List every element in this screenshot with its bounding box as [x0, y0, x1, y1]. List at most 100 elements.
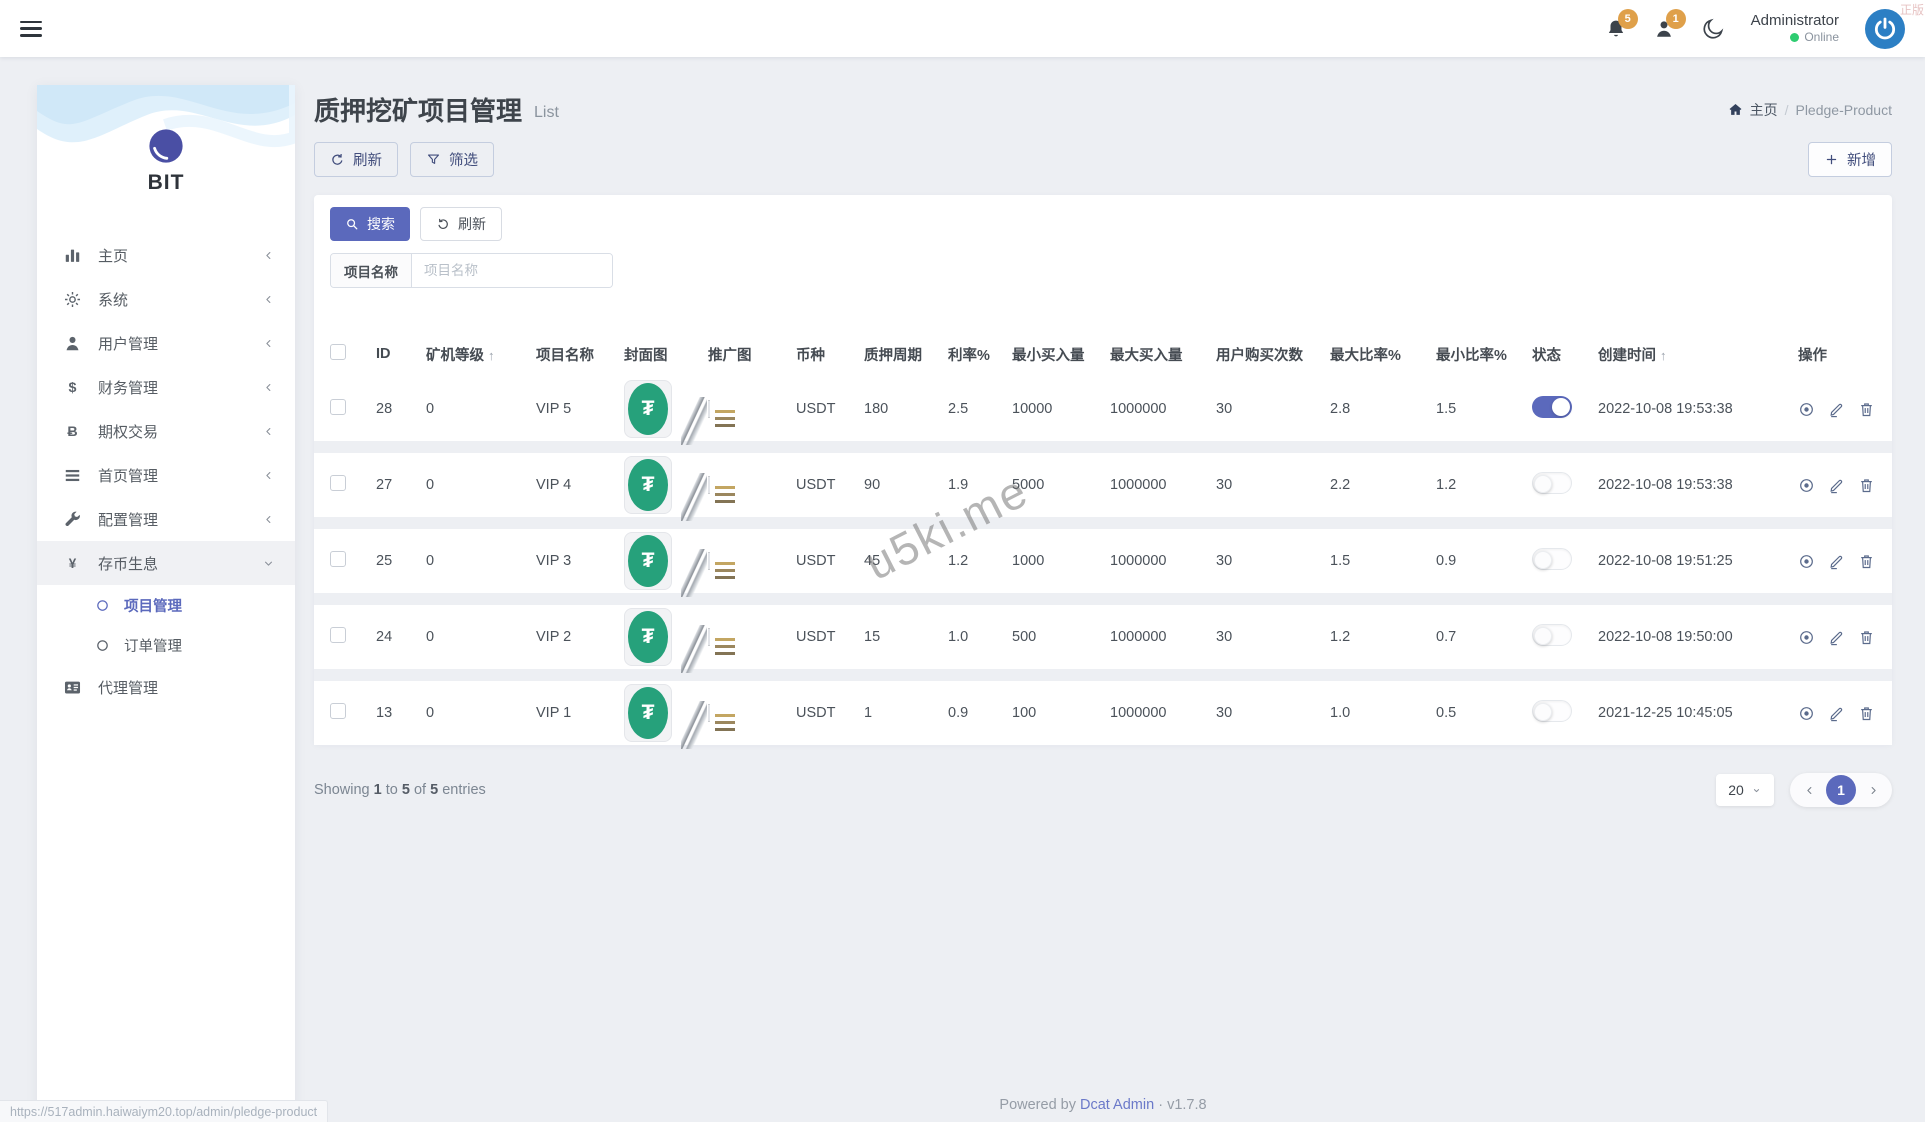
cell-min-buy: 10000 — [1012, 401, 1053, 417]
sidebar-item-8[interactable]: 代理管理 — [37, 665, 295, 709]
sidebar-item-7[interactable]: ¥ 存币生息 — [37, 541, 295, 585]
column-header[interactable]: 创建时间 ↑ — [1598, 344, 1798, 365]
cover-image[interactable]: ₮ — [624, 608, 672, 666]
delete-icon[interactable] — [1858, 477, 1875, 494]
sidebar-item-4[interactable]: Ƀ 期权交易 — [37, 409, 295, 453]
column-header: 操作 — [1798, 347, 1827, 364]
column-header: 状态 — [1532, 347, 1561, 364]
sidebar-toggle-button[interactable] — [20, 20, 42, 37]
create-button[interactable]: 新增 — [1808, 142, 1892, 177]
sidebar-item-5[interactable]: 首页管理 — [37, 453, 295, 497]
table-row: 13 0 VIP 1 ₮ USDT 1 0.9 100 1000000 30 1… — [314, 681, 1892, 749]
status-toggle[interactable] — [1532, 700, 1572, 722]
edit-icon[interactable] — [1828, 705, 1845, 722]
cell-coin: USDT — [796, 705, 836, 721]
tether-logo-icon: ₮ — [628, 383, 668, 435]
breadcrumb-home[interactable]: 主页 — [1750, 100, 1778, 120]
cover-image[interactable]: ₮ — [624, 532, 672, 590]
sidebar-subitem-0[interactable]: 项目管理 — [37, 585, 295, 625]
cover-image[interactable]: ₮ — [624, 684, 672, 742]
view-icon[interactable] — [1798, 553, 1815, 570]
search-icon — [345, 217, 359, 231]
chevron-left-icon — [262, 469, 275, 482]
sidebar-subitem-1[interactable]: 订单管理 — [37, 625, 295, 665]
column-header: 用户购买次数 — [1216, 347, 1303, 364]
dcat-admin-link[interactable]: Dcat Admin — [1080, 1097, 1154, 1113]
search-reset-button[interactable]: 刷新 — [420, 207, 502, 241]
column-header: 币种 — [796, 347, 825, 364]
corner-watermark: 正版 — [1899, 3, 1924, 17]
cell-coin: USDT — [796, 477, 836, 493]
sidebar-item-2[interactable]: 用户管理 — [37, 321, 295, 365]
view-icon[interactable] — [1798, 629, 1815, 646]
view-icon[interactable] — [1798, 401, 1815, 418]
promo-image[interactable] — [681, 473, 735, 521]
cell-status — [1532, 700, 1598, 726]
edit-icon[interactable] — [1828, 629, 1845, 646]
cell-level: 0 — [426, 705, 435, 721]
page-subtitle: List — [534, 103, 559, 121]
search-button[interactable]: 搜索 — [330, 207, 410, 241]
promo-image[interactable] — [681, 397, 735, 445]
promo-image[interactable] — [681, 549, 735, 597]
power-logo-icon — [1872, 16, 1898, 42]
sidebar-item-6[interactable]: 配置管理 — [37, 497, 295, 541]
edit-icon[interactable] — [1828, 401, 1845, 418]
dark-mode-toggle[interactable] — [1701, 17, 1725, 41]
edit-icon[interactable] — [1828, 553, 1845, 570]
promo-image[interactable] — [681, 701, 735, 749]
row-checkbox[interactable] — [330, 399, 376, 419]
project-name-label: 项目名称 — [331, 254, 412, 287]
column-header: 最大比率% — [1330, 347, 1401, 364]
sidebar-subitem-label: 订单管理 — [124, 638, 182, 655]
row-checkbox[interactable] — [330, 703, 376, 723]
status-toggle[interactable] — [1532, 396, 1572, 418]
cell-max-buy: 1000000 — [1110, 705, 1167, 721]
status-toggle[interactable] — [1532, 548, 1572, 570]
next-page-button[interactable] — [1861, 778, 1885, 802]
delete-icon[interactable] — [1858, 553, 1875, 570]
status-toggle[interactable] — [1532, 624, 1572, 646]
column-header: 推广图 — [708, 347, 752, 364]
delete-icon[interactable] — [1858, 629, 1875, 646]
promo-image[interactable] — [681, 625, 735, 673]
cell-rate: 0.9 — [948, 705, 969, 721]
row-checkbox[interactable] — [330, 475, 376, 495]
edit-icon[interactable] — [1828, 477, 1845, 494]
cell-created: 2022-10-08 19:53:38 — [1598, 401, 1733, 417]
sidebar-item-label: 首页管理 — [98, 467, 159, 485]
users-notice-button[interactable]: 1 — [1653, 8, 1686, 40]
delete-icon[interactable] — [1858, 705, 1875, 722]
cover-image[interactable]: ₮ — [624, 456, 672, 514]
view-icon[interactable] — [1798, 477, 1815, 494]
project-name-input[interactable] — [412, 254, 612, 287]
sidebar-item-0[interactable]: 主页 — [37, 233, 295, 277]
pagination: 1 — [1790, 773, 1892, 807]
cover-image[interactable]: ₮ — [624, 380, 672, 438]
row-checkbox[interactable] — [330, 627, 376, 647]
cell-period: 90 — [864, 477, 881, 493]
delete-icon[interactable] — [1858, 401, 1875, 418]
sidebar-item-label: 财务管理 — [98, 379, 159, 397]
view-icon[interactable] — [1798, 705, 1815, 722]
status-toggle[interactable] — [1532, 472, 1572, 494]
cell-actions — [1798, 401, 1876, 418]
column-header[interactable]: 矿机等级 ↑ — [426, 344, 536, 365]
yen-icon: ¥ — [63, 554, 82, 573]
sidebar-item-3[interactable]: $ 财务管理 — [37, 365, 295, 409]
user-menu[interactable]: Administrator Online — [1751, 12, 1839, 46]
sidebar-item-label: 期权交易 — [98, 423, 159, 441]
prev-page-button[interactable] — [1797, 778, 1821, 802]
page-size-select[interactable]: 20 — [1716, 774, 1774, 806]
row-checkbox[interactable] — [330, 551, 376, 571]
refresh-button[interactable]: 刷新 — [314, 142, 398, 177]
sidebar-item-1[interactable]: 系统 — [37, 277, 295, 321]
cell-created: 2022-10-08 19:53:38 — [1598, 477, 1733, 493]
column-header: 最小比率% — [1436, 347, 1507, 364]
notifications-button[interactable]: 5 — [1605, 8, 1638, 40]
cell-level: 0 — [426, 401, 435, 417]
user-icon — [63, 334, 82, 353]
select-all-checkbox[interactable] — [330, 344, 376, 364]
filter-button[interactable]: 筛选 — [410, 142, 494, 177]
current-page-button[interactable]: 1 — [1826, 775, 1856, 805]
